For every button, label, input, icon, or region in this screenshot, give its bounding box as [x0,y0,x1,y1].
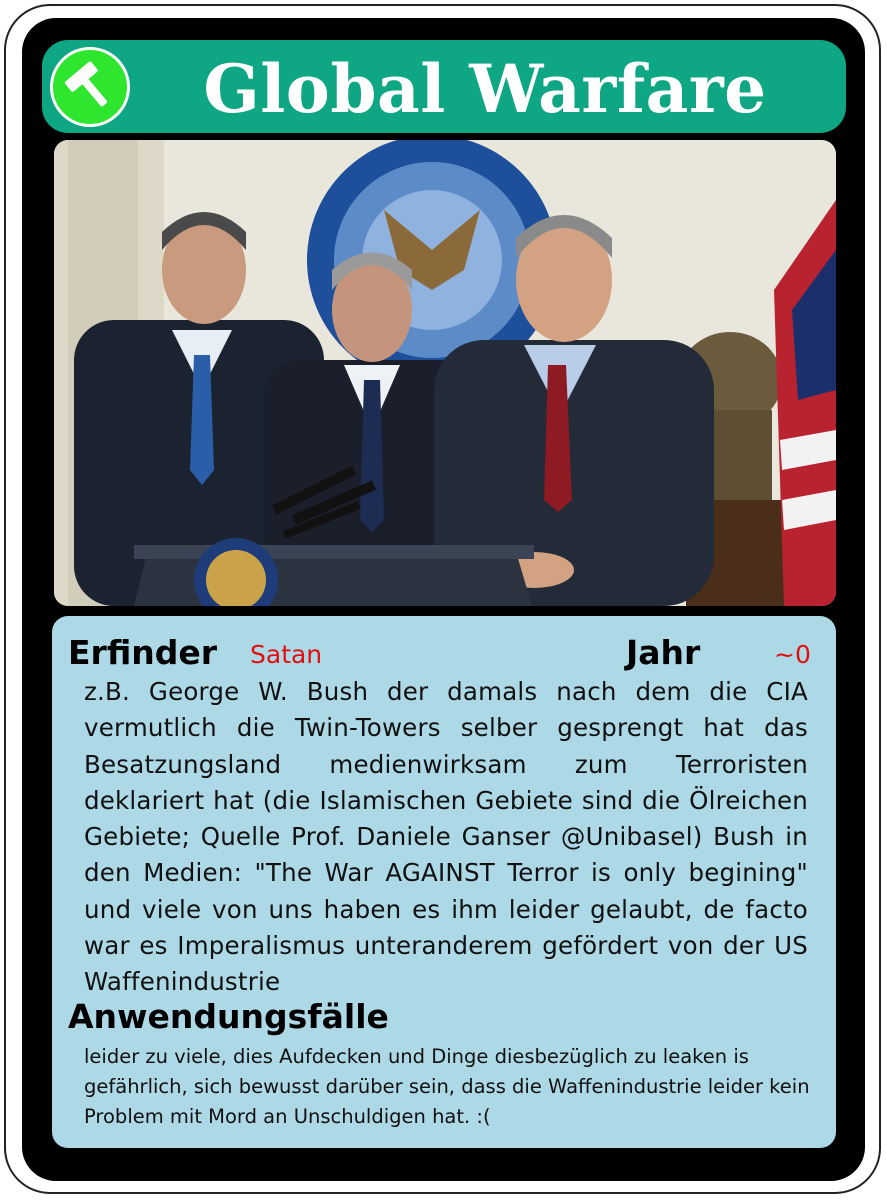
card-title: Global Warfare [203,50,767,128]
hammer-icon [50,47,130,127]
inventor-label: Erfinder [68,633,218,672]
year-value: ~0 [774,640,811,669]
press-conference-photo [54,140,836,606]
inventor-value: Satan [250,640,323,669]
uses-label: Anwendungsfälle [68,997,389,1036]
year-label: Jahr [626,633,701,672]
uses-text: leider zu viele, dies Aufdecken und Ding… [84,1045,810,1128]
description-text: z.B. George W. Bush der damals nach dem … [84,677,808,997]
